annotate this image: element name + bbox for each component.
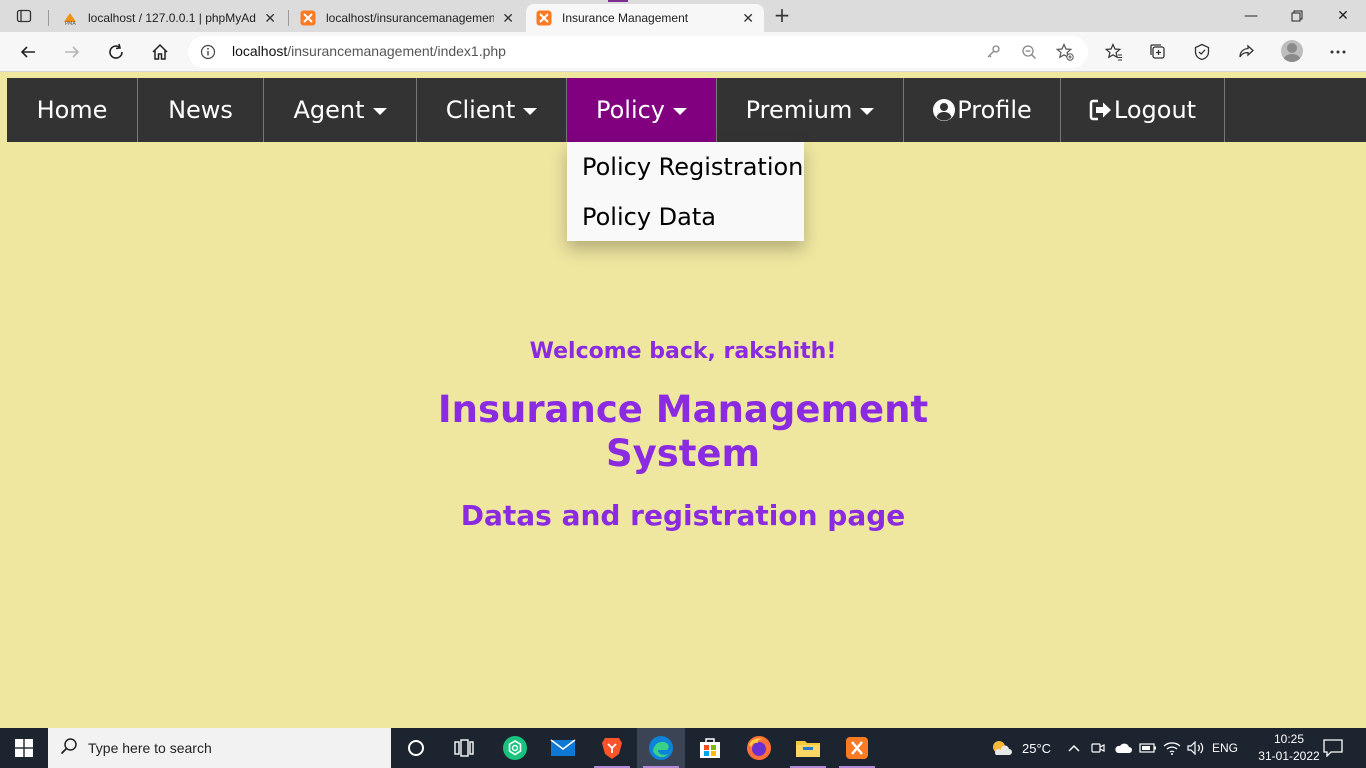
search-placeholder: Type here to search [88,740,212,756]
battery-icon[interactable] [1139,728,1157,768]
nav-label: Agent [293,96,365,124]
input-language[interactable]: ENG [1212,728,1238,768]
caret-down-icon [372,108,387,115]
nav-news[interactable]: News [138,78,264,142]
main-nav: Home News Agent Client Policy Premium Pr… [7,78,1366,142]
clock-date: 31-01-2022 [1258,749,1320,763]
svg-text:PMA: PMA [65,21,76,26]
windows-taskbar: Type here to search 25°C ENG 10:25 31-01… [0,728,1366,768]
language-label: ENG [1212,741,1239,755]
firefox-icon[interactable] [735,728,783,768]
brave-icon[interactable] [588,728,636,768]
close-tab-icon[interactable]: ✕ [264,10,276,27]
microsoft-store-icon[interactable] [686,728,734,768]
share-icon[interactable] [1234,40,1258,64]
task-view-icon[interactable] [440,728,488,768]
policy-dropdown-menu: Policy Registration Policy Data [567,142,804,241]
nav-client[interactable]: Client [417,78,567,142]
tab-phpmyadmin[interactable]: PMA localhost / 127.0.0.1 | phpMyAdmin ✕ [52,4,286,32]
mail-icon[interactable] [539,728,587,768]
caret-down-icon [673,108,688,115]
nav-label: Home [36,96,108,124]
tab-actions-icon[interactable] [6,4,42,28]
chatgpt-icon[interactable] [491,728,539,768]
nav-label: Policy [595,96,666,124]
close-tab-icon[interactable]: ✕ [742,10,754,27]
add-favorite-icon[interactable] [1056,43,1074,61]
more-options-icon[interactable] [1326,40,1350,64]
nav-policy[interactable]: Policy [567,78,717,142]
collections-icon[interactable] [1146,40,1170,64]
home-icon[interactable] [146,38,174,66]
caret-down-icon [523,108,538,115]
nav-agent[interactable]: Agent [264,78,417,142]
user-circle-icon [932,98,956,122]
weather-widget[interactable]: 25°C [990,728,1051,768]
search-icon [60,737,78,759]
volume-icon[interactable] [1187,728,1205,768]
new-tab-icon[interactable]: + [770,4,794,28]
tab-separator [288,10,289,26]
restore-icon[interactable] [1274,0,1320,32]
nav-label: Premium [745,96,853,124]
meet-now-icon[interactable] [1091,728,1105,768]
key-icon[interactable] [984,43,1002,61]
xampp-icon [300,10,316,26]
page-subtitle: Datas and registration page [460,499,906,532]
nav-premium[interactable]: Premium [717,78,904,142]
tab-title: localhost/insurancemanagement [326,11,495,25]
browser-essentials-icon[interactable] [1190,40,1214,64]
close-tab-icon[interactable]: ✕ [502,10,514,27]
profile-avatar[interactable] [1281,40,1303,62]
nav-home[interactable]: Home [7,78,138,142]
file-explorer-icon[interactable] [784,728,832,768]
menu-item-policy-registration[interactable]: Policy Registration [567,142,804,192]
cortana-icon[interactable] [392,728,440,768]
page-title: Insurance Management System [437,388,929,475]
favorites-icon[interactable] [1102,40,1126,64]
system-clock[interactable]: 10:25 31-01-2022 [1258,731,1320,765]
onedrive-icon[interactable] [1114,728,1132,768]
clock-time: 10:25 [1273,732,1305,746]
nav-label: Client [445,96,516,124]
back-icon[interactable] [14,38,42,66]
url-text: localhost/insurancemanagement/index1.php [232,43,506,59]
tab-title: Insurance Management [562,11,689,25]
address-bar[interactable]: localhost/insurancemanagement/index1.php [188,36,1088,68]
tab-insurancemanagement[interactable]: localhost/insurancemanagement ✕ [290,4,524,32]
welcome-message: Welcome back, rakshith! [529,339,837,364]
edge-icon[interactable] [637,728,685,768]
nav-profile[interactable]: Profile [904,78,1061,142]
browser-toolbar: localhost/insurancemanagement/index1.php [0,32,1366,72]
xampp-taskbar-icon[interactable] [833,728,881,768]
nav-logout[interactable]: Logout [1061,78,1225,142]
xampp-icon [536,10,552,26]
refresh-icon[interactable] [102,38,130,66]
tab-insurance-management[interactable]: Insurance Management ✕ [526,0,764,32]
weather-icon [990,738,1012,758]
close-window-icon[interactable]: ✕ [1320,0,1366,32]
nav-label: Profile [957,96,1032,124]
zoom-out-icon[interactable] [1020,43,1038,61]
taskbar-search[interactable]: Type here to search [48,728,391,768]
nav-label: Logout [1113,96,1197,124]
tab-separator [48,10,49,26]
nav-label: News [168,96,233,124]
tab-title: localhost / 127.0.0.1 | phpMyAdmin [88,11,256,25]
minimize-icon[interactable]: — [1228,0,1274,32]
browser-tab-bar: PMA localhost / 127.0.0.1 | phpMyAdmin ✕… [0,0,1366,32]
phpmyadmin-icon: PMA [62,10,78,27]
notifications-icon[interactable] [1323,728,1343,768]
caret-down-icon [860,108,875,115]
weather-temperature: 25°C [1022,740,1052,756]
show-hidden-icons[interactable] [1068,728,1080,768]
menu-item-policy-data[interactable]: Policy Data [567,192,804,242]
forward-icon[interactable] [58,38,86,66]
windows-start-icon[interactable] [0,728,48,768]
site-info-icon[interactable] [200,44,216,64]
sign-out-icon [1089,99,1113,121]
wifi-icon[interactable] [1163,728,1181,768]
